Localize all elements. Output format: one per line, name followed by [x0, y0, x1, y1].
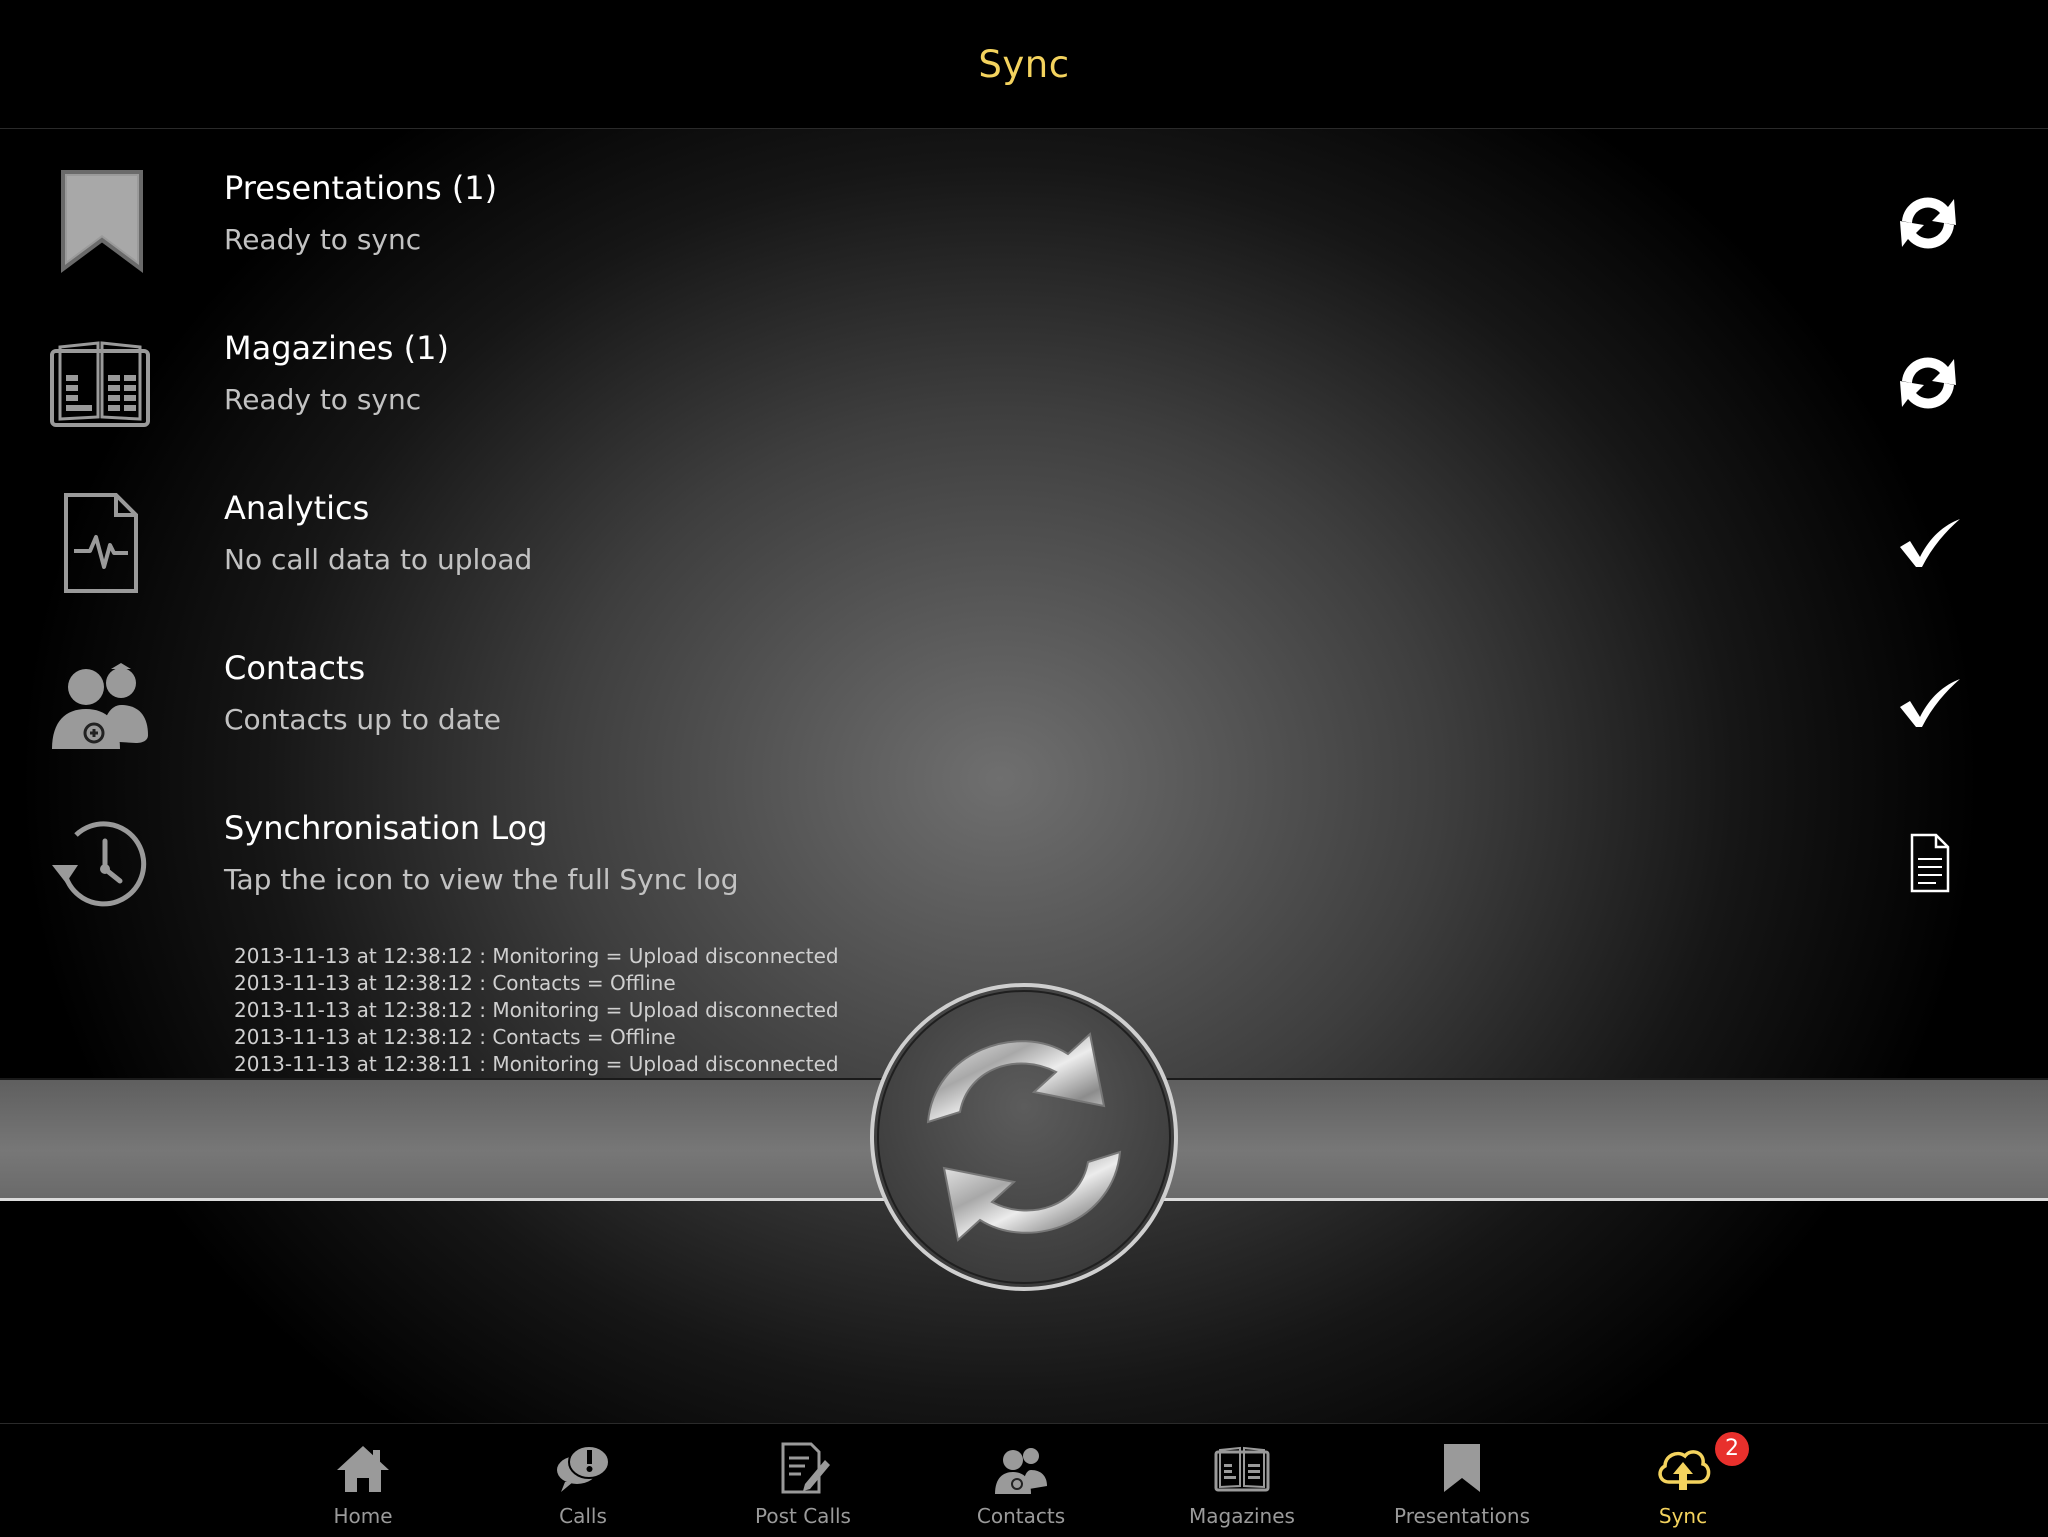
- chat-alert-icon: [557, 1445, 610, 1492]
- sync-row-presentations[interactable]: Presentations (1) Ready to sync: [0, 147, 2048, 307]
- sync-row-log[interactable]: Synchronisation Log Tap the icon to view…: [0, 787, 2048, 947]
- sync-row-contacts[interactable]: Contacts Contacts up to date: [0, 627, 2048, 787]
- log-entry: 2013-11-13 at 12:38:12 : Contacts = Offl…: [234, 1025, 676, 1049]
- row-title: Analytics: [224, 489, 370, 527]
- magazine-icon: [50, 341, 150, 427]
- tab-contacts[interactable]: Contacts: [936, 1424, 1106, 1537]
- tab-label: Contacts: [976, 1504, 1066, 1528]
- cloud-upload-icon: [1658, 1450, 1711, 1490]
- row-title: Synchronisation Log: [224, 809, 548, 847]
- tab-calls[interactable]: Calls: [498, 1424, 668, 1537]
- log-entry: 2013-11-13 at 12:38:11 : Monitoring = Up…: [234, 1052, 839, 1076]
- tab-label: Calls: [559, 1504, 607, 1528]
- row-subtitle: Ready to sync: [224, 223, 422, 256]
- contacts-icon: [52, 663, 148, 749]
- bookmark-icon: [61, 170, 143, 273]
- checkmark-icon[interactable]: [1890, 665, 1966, 741]
- tab-presentations[interactable]: Presentations: [1377, 1424, 1547, 1537]
- tab-post-calls[interactable]: Post Calls: [718, 1424, 888, 1537]
- row-subtitle: Ready to sync: [224, 383, 422, 416]
- home-icon: [337, 1446, 389, 1492]
- edit-document-icon: [781, 1442, 830, 1494]
- bookmark-icon: [1444, 1444, 1480, 1492]
- sync-row-analytics[interactable]: Analytics No call data to upload: [0, 467, 2048, 627]
- tab-magazines[interactable]: Magazines: [1157, 1424, 1327, 1537]
- nav-header: Sync: [0, 0, 2048, 129]
- log-entry: 2013-11-13 at 12:38:12 : Monitoring = Up…: [234, 944, 839, 968]
- tab-sync[interactable]: 2 Sync: [1598, 1424, 1768, 1537]
- tab-label: Magazines: [1189, 1504, 1295, 1528]
- row-title: Presentations (1): [224, 169, 498, 207]
- row-subtitle: Contacts up to date: [224, 703, 501, 736]
- magazine-icon: [1214, 1446, 1270, 1492]
- sync-arrows-icon[interactable]: [1890, 185, 1966, 261]
- notification-badge: 2: [1715, 1432, 1749, 1466]
- page-title: Sync: [978, 42, 1070, 86]
- analytics-document-icon: [64, 493, 138, 593]
- tab-label: Home: [333, 1504, 393, 1528]
- tab-home[interactable]: Home: [278, 1424, 448, 1537]
- row-title: Magazines (1): [224, 329, 449, 367]
- row-title: Contacts: [224, 649, 366, 687]
- document-icon[interactable]: [1890, 825, 1966, 901]
- tab-label: Post Calls: [755, 1504, 851, 1528]
- tab-bar: Home Calls Post Calls Contacts Magazines…: [0, 1423, 2048, 1537]
- tab-label: Sync: [1658, 1504, 1708, 1528]
- history-clock-icon: [52, 821, 147, 907]
- row-subtitle: Tap the icon to view the full Sync log: [224, 863, 739, 896]
- contacts-icon: [995, 1448, 1047, 1494]
- checkmark-icon[interactable]: [1890, 505, 1966, 581]
- log-entry: 2013-11-13 at 12:38:12 : Contacts = Offl…: [234, 971, 676, 995]
- sync-row-magazines[interactable]: Magazines (1) Ready to sync: [0, 307, 2048, 467]
- sync-arrows-icon[interactable]: [1890, 345, 1966, 421]
- tab-label: Presentations: [1393, 1504, 1531, 1528]
- sync-now-button[interactable]: [868, 972, 1180, 1302]
- sync-log-list: 2013-11-13 at 12:38:12 : Monitoring = Up…: [234, 943, 839, 1078]
- log-entry: 2013-11-13 at 12:38:12 : Monitoring = Up…: [234, 998, 839, 1022]
- row-subtitle: No call data to upload: [224, 543, 533, 576]
